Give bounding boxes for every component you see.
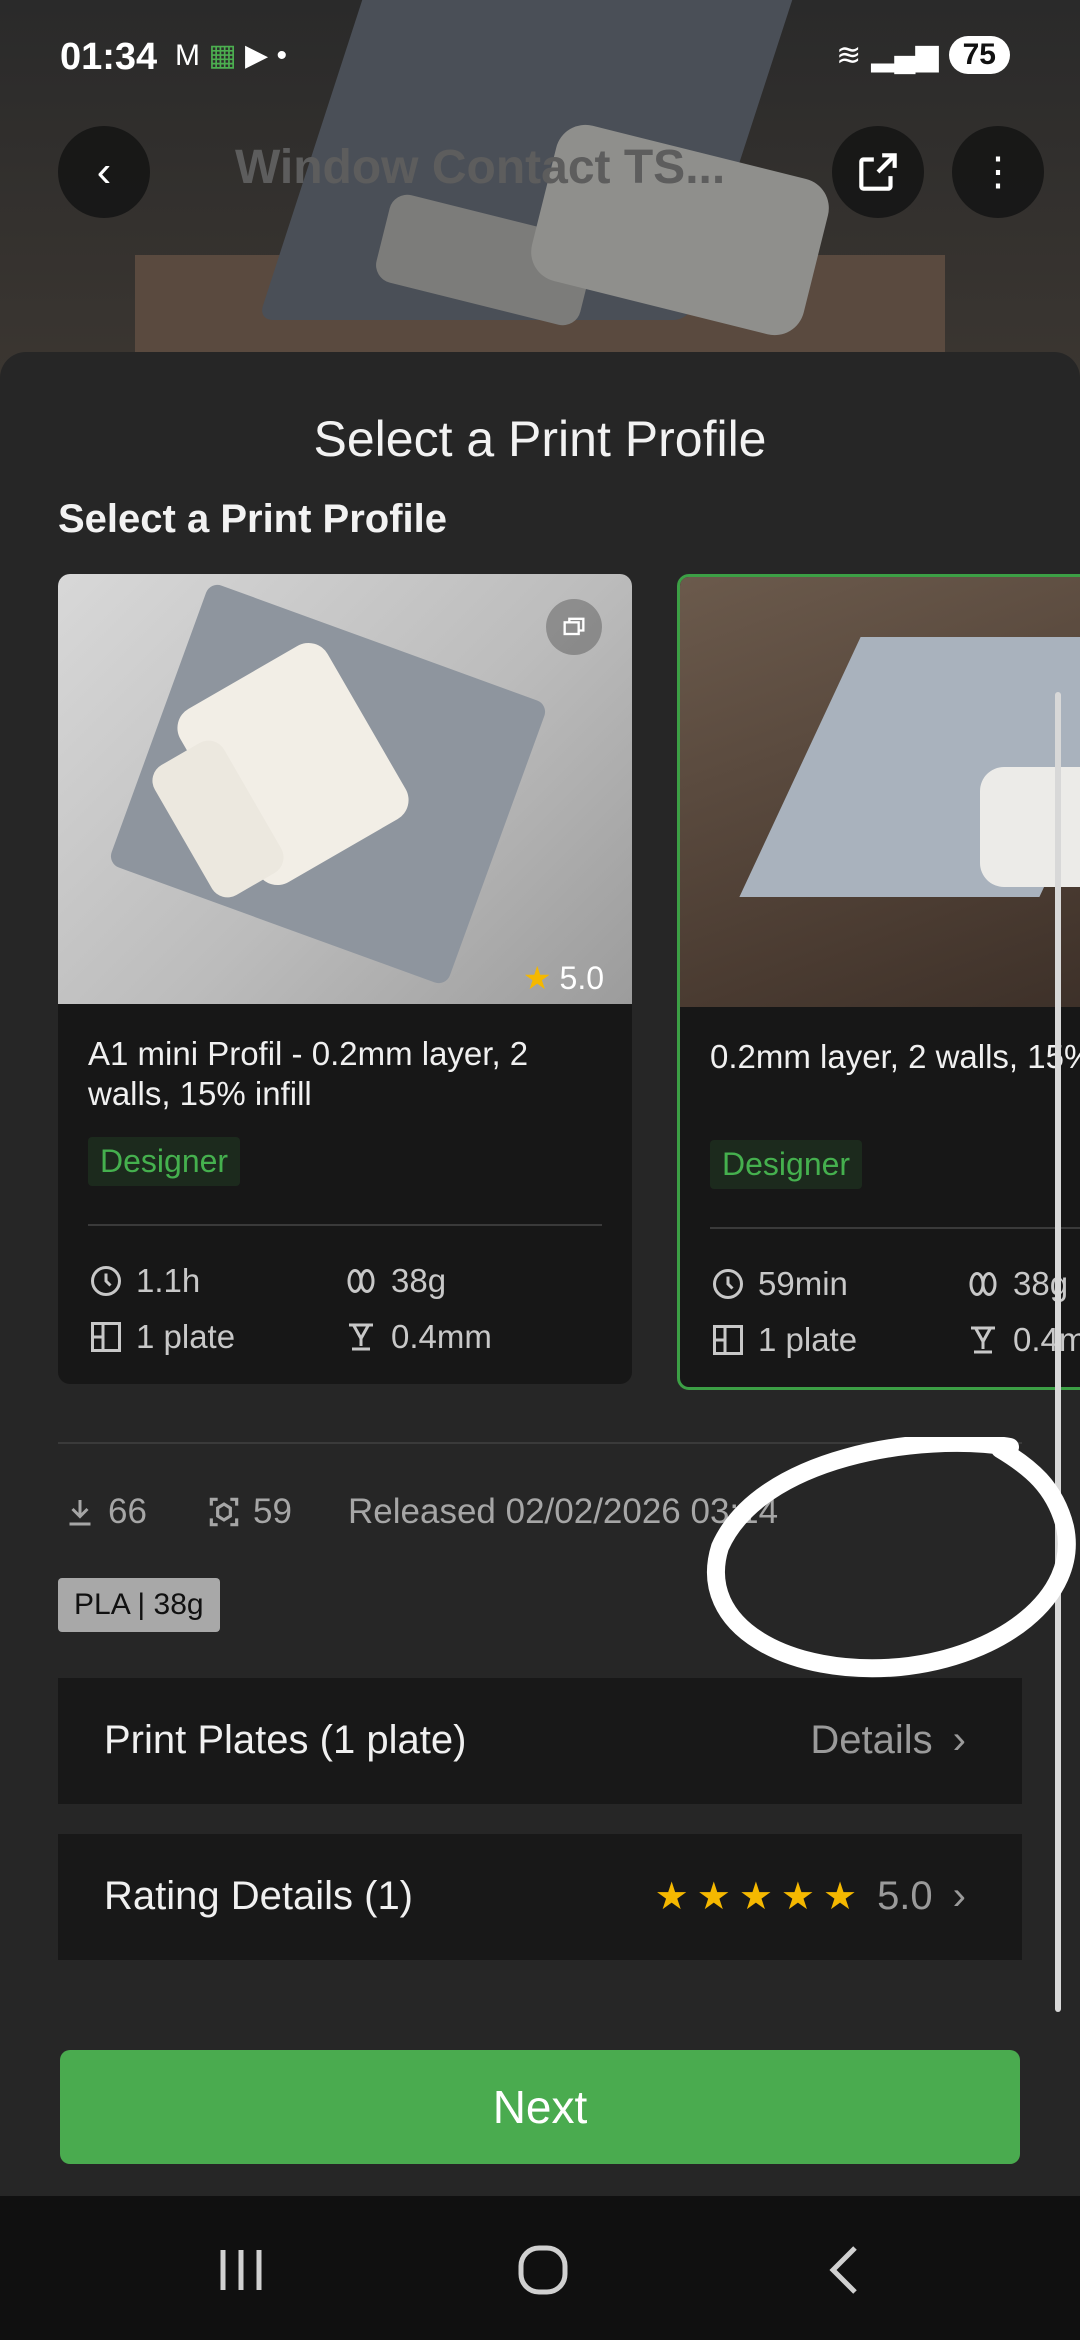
chevron-right-icon: › (952, 1874, 966, 1918)
rating-details-label: Rating Details (1) (104, 1874, 414, 1918)
designer-badge: Designer (710, 1140, 863, 1189)
multi-image-icon (546, 599, 602, 655)
battery-indicator: 75 (948, 36, 1010, 74)
filament-icon (343, 1263, 379, 1299)
plate-icon (88, 1319, 124, 1355)
star-icon: ★ (780, 1876, 815, 1918)
nozzle-icon (965, 1322, 1001, 1358)
section-title: Select a Print Profile (58, 497, 448, 541)
profile-name: A1 mini Profil - 0.2mm layer, 2 walls, 1… (88, 1035, 529, 1112)
back-button[interactable]: ‹ (58, 126, 150, 218)
star-icon: ★ (738, 1876, 773, 1918)
nozzle-size: 0.4mm (343, 1318, 492, 1356)
print-time: 1.1h (88, 1262, 200, 1300)
print-plates-row[interactable]: Print Plates (1 plate) Details › (58, 1678, 1022, 1804)
nozzle-size: 0.4mm (965, 1321, 1080, 1359)
card-divider (88, 1224, 602, 1226)
recent-apps-icon (220, 2250, 262, 2290)
plate-icon (710, 1322, 746, 1358)
card-divider (710, 1227, 1080, 1229)
filament-weight: 38g (965, 1265, 1068, 1303)
home-icon (518, 2245, 568, 2295)
nozzle-icon (343, 1319, 379, 1355)
more-vertical-icon: ⋮ (978, 150, 1018, 194)
star-icon: ★ (696, 1876, 731, 1918)
annotation-circle (706, 1437, 1076, 1678)
page-title: Window Contact TS... (235, 141, 726, 194)
profile-rating: ★ 5.0 (523, 959, 604, 997)
filament-icon (965, 1266, 1001, 1302)
notification-icons: M ▦ ▶ • (175, 38, 287, 73)
star-icon: ★ (654, 1876, 689, 1918)
designer-badge: Designer (88, 1137, 241, 1186)
profile-photo (58, 574, 632, 1004)
rating-value: 5.0 (559, 959, 604, 996)
release-date: Released 02/02/2026 03:14 (348, 1492, 779, 1531)
wifi-icon: ≋ (836, 38, 862, 72)
profile-card[interactable]: ★ 5.0 A1 mini Profil - 0.2mm layer, 2 wa… (58, 574, 632, 1384)
print-count-icon (209, 1497, 239, 1527)
rating-stars: ★ ★ ★ ★ ★ (655, 1874, 857, 1919)
status-time: 01:34 (60, 36, 158, 78)
rating-score: 5.0 (877, 1874, 933, 1918)
filament-weight: 38g (343, 1262, 446, 1300)
app-icon: ▦ (208, 39, 237, 72)
profile-photo (680, 577, 1080, 1007)
youtube-icon: ▶ (245, 39, 269, 72)
gmail-icon: M (175, 39, 200, 72)
section-divider (58, 1442, 1022, 1444)
share-button[interactable] (832, 126, 924, 218)
material-tag: PLA | 38g (58, 1578, 220, 1632)
more-button[interactable]: ⋮ (952, 126, 1044, 218)
profile-card-selected[interactable]: 0.2mm layer, 2 walls, 15% infill Designe… (677, 574, 1080, 1390)
download-icon (69, 1500, 91, 1526)
next-button[interactable]: Next (60, 2050, 1020, 2164)
plate-count: 1 plate (88, 1318, 235, 1356)
dot-icon: • (276, 39, 287, 72)
print-plates-details[interactable]: Details › (810, 1718, 966, 1763)
star-icon: ★ (522, 960, 552, 996)
scrollbar[interactable] (1055, 692, 1061, 2012)
print-count: 59 (205, 1492, 292, 1532)
system-back-button[interactable] (800, 2230, 890, 2310)
signal-icon: ▂▄▆ (871, 38, 939, 72)
plate-count: 1 plate (710, 1321, 857, 1359)
share-icon (859, 153, 897, 191)
chevron-left-icon: ‹ (96, 147, 112, 196)
recent-apps-button[interactable] (196, 2230, 286, 2310)
profile-name: 0.2mm layer, 2 walls, 15% infill (710, 1038, 1080, 1075)
home-button[interactable] (498, 2230, 588, 2310)
back-icon (829, 2246, 857, 2294)
clock-icon (710, 1266, 746, 1302)
sheet-title: Select a Print Profile (313, 411, 767, 467)
chevron-right-icon: › (952, 1718, 966, 1762)
print-profile-sheet: Select a Print Profile Select a Print Pr… (0, 352, 1080, 2195)
star-icon: ★ (822, 1876, 858, 1918)
rating-details-row[interactable]: Rating Details (1) ★ ★ ★ ★ ★ 5.0 › (58, 1834, 1022, 1960)
print-time: 59min (710, 1265, 848, 1303)
status-bar: 01:34 M ▦ ▶ • ≋ ▂▄▆ 75 (0, 0, 1080, 120)
rating-details-summary[interactable]: ★ ★ ★ ★ ★ 5.0 › (655, 1874, 966, 1919)
clock-icon (88, 1263, 124, 1299)
download-count: 66 (62, 1492, 147, 1532)
print-plates-label: Print Plates (1 plate) (104, 1718, 467, 1762)
